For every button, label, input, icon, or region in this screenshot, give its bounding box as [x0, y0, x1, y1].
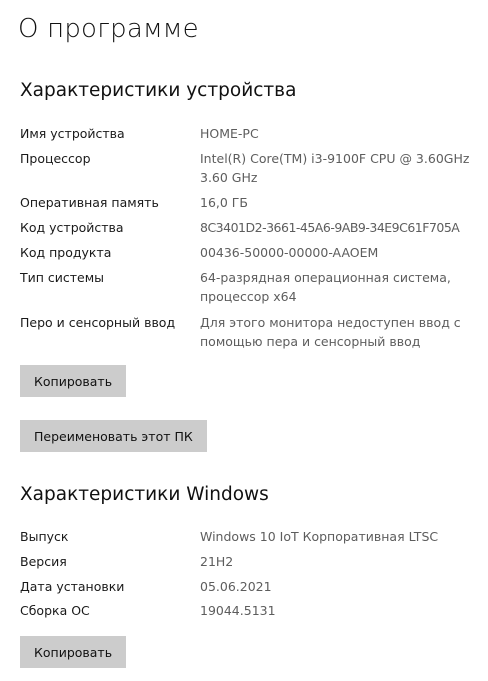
windows-specs-title: Характеристики Windows: [20, 484, 269, 505]
copy-windows-specs-button[interactable]: Копировать: [20, 636, 127, 668]
spec-label: Процессор: [20, 151, 91, 166]
spec-value: Windows 10 IoT Корпоративная LTSC: [200, 529, 439, 544]
spec-value: HOME-PC: [200, 126, 259, 141]
spec-label: Код устройства: [20, 220, 124, 235]
spec-value: 8C3401D2-3661-45A6-9AB9-34E9C61F705A: [200, 220, 460, 235]
spec-value: 19044.5131: [200, 603, 276, 618]
spec-label: Код продукта: [20, 245, 112, 260]
spec-value: Для этого монитора недоступен ввод с пом…: [200, 315, 461, 349]
page-title: О программе: [18, 14, 199, 44]
spec-value: 00436-50000-00000-AAOEM: [200, 245, 379, 260]
spec-label: Дата установки: [20, 579, 125, 594]
copy-device-specs-button[interactable]: Копировать: [20, 365, 127, 397]
spec-label: Оперативная память: [20, 195, 159, 210]
spec-label: Выпуск: [20, 529, 69, 544]
spec-value: Intel(R) Core(TM) i3-9100F CPU @ 3.60GHz…: [200, 151, 470, 185]
spec-label: Перо и сенсорный ввод: [20, 315, 176, 330]
spec-value: 05.06.2021: [200, 579, 272, 594]
spec-value: 21H2: [200, 554, 234, 569]
spec-label: Сборка ОС: [20, 603, 90, 618]
device-specs-title: Характеристики устройства: [20, 80, 297, 101]
spec-value: 16,0 ГБ: [200, 195, 249, 210]
spec-label: Версия: [20, 554, 67, 569]
spec-value: 64-разрядная операционная система, проце…: [200, 270, 451, 304]
rename-pc-button[interactable]: Переименовать этот ПК: [20, 420, 207, 452]
spec-label: Имя устройства: [20, 126, 125, 141]
spec-label: Тип системы: [20, 270, 105, 285]
